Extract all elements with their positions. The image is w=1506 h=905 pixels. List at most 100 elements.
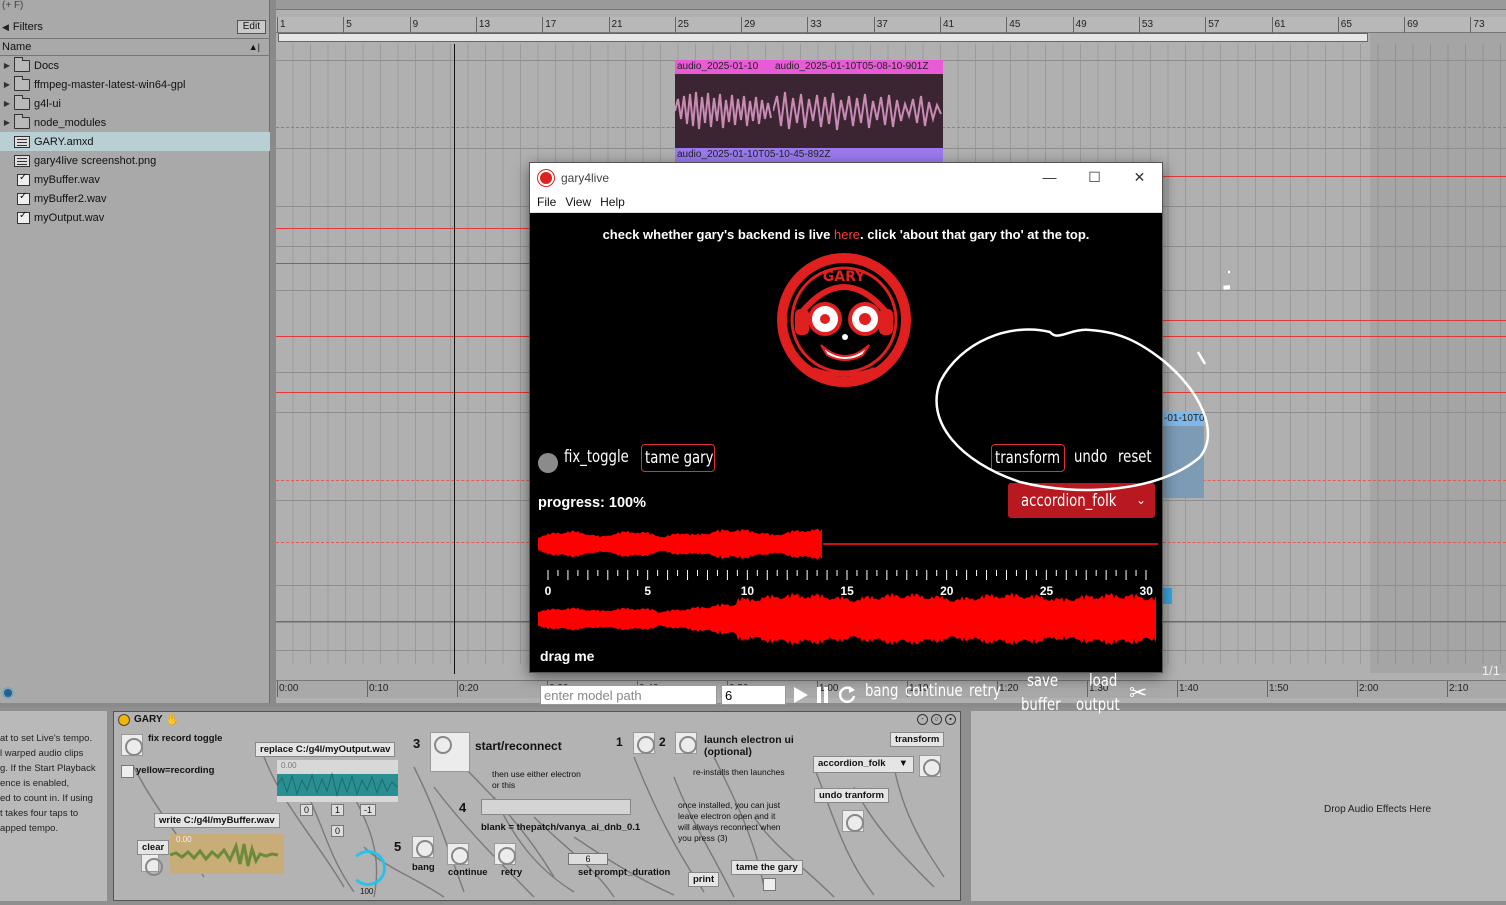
audio-clip[interactable] [1162, 588, 1172, 604]
window-titlebar[interactable]: gary4live — ☐ ✕ [530, 163, 1162, 192]
bar-ruler[interactable]: 1 5 9 13 17 21 25 29 33 37 41 45 49 53 57 61 65 69 73 [276, 17, 1506, 33]
model-select[interactable]: accordion_folk ⌄ [1008, 483, 1155, 518]
print-object[interactable]: print [688, 872, 720, 887]
audio-clip[interactable]: -01-10T0 [1162, 412, 1204, 498]
replace-message[interactable]: replace C:/g4l/myOutput.wav [255, 742, 396, 757]
reset-button[interactable]: reset [1118, 447, 1161, 467]
expand-icon[interactable]: ▶ [0, 61, 14, 70]
record-toggle[interactable] [121, 765, 134, 778]
undo-button[interactable]: undo [1074, 447, 1117, 467]
transform-button[interactable]: transform [991, 444, 1065, 472]
tame-gary-button[interactable]: tame gary [641, 444, 715, 472]
retry-bang[interactable] [494, 843, 516, 865]
name-column-header[interactable]: Name ▲| [0, 38, 270, 56]
undo-bang[interactable] [842, 810, 864, 832]
menu-help[interactable]: Help [600, 195, 625, 209]
list-item[interactable]: myOutput.wav [0, 208, 270, 227]
help-icon[interactable] [2, 687, 14, 699]
clear-button[interactable]: clear [137, 840, 170, 855]
list-item[interactable]: ▶ Docs [0, 56, 270, 75]
automation-line[interactable] [1162, 176, 1506, 177]
continue-bang[interactable] [447, 843, 469, 865]
launch-electron-bang[interactable] [675, 732, 697, 754]
ruler-tick [409, 17, 411, 33]
start-reconnect-bang[interactable] [430, 732, 470, 772]
bar-number: 49 [1075, 19, 1087, 30]
list-item[interactable]: ▶ g4l-ui [0, 94, 270, 113]
audio-clip[interactable]: audio_2025-01-10 [675, 60, 773, 148]
model-path-textedit[interactable] [481, 799, 631, 815]
volume-dial[interactable] [350, 850, 386, 886]
gary-device[interactable]: GARY ✋ - ○ ▪ fix record toggle yellow=re… [113, 711, 961, 901]
pause-icon[interactable] [816, 685, 830, 705]
automation-line[interactable] [1162, 320, 1506, 321]
load-output-button[interactable]: load output [1076, 669, 1132, 717]
automation-line[interactable] [276, 263, 531, 264]
overview-strip[interactable] [276, 0, 1506, 10]
number-box[interactable]: -1 [360, 804, 377, 816]
prompt-duration-number[interactable]: 6 [568, 853, 608, 865]
model-path-input[interactable] [540, 685, 717, 705]
step-1-bang[interactable] [633, 732, 655, 754]
write-message[interactable]: write C:/g4l/myBuffer.wav [154, 813, 280, 828]
loop-brace[interactable] [278, 33, 1368, 42]
close-icon[interactable]: ✕ [1117, 163, 1162, 192]
input-buffer-view[interactable]: 0.00 [170, 834, 284, 874]
edit-button[interactable]: Edit [236, 20, 266, 34]
bang-button[interactable] [412, 836, 434, 858]
control-bar: bang continue retry save buffer load out… [530, 671, 1162, 729]
scissors-icon[interactable]: ✂ [1129, 680, 1147, 706]
number-box[interactable]: 1 [331, 804, 345, 816]
prompt-duration-input[interactable] [721, 685, 786, 705]
save-buffer-button[interactable]: save buffer [1021, 669, 1072, 717]
transform-bang[interactable] [919, 755, 941, 777]
continue-button[interactable]: continue [905, 681, 979, 701]
output-buffer-view[interactable]: 0.00 [277, 760, 398, 802]
input-waveform[interactable] [538, 591, 1158, 647]
bang-button[interactable]: bang [865, 681, 908, 701]
tame-the-gary-message[interactable]: tame the gary [731, 860, 803, 875]
clear-bang[interactable] [141, 854, 163, 876]
menu-view[interactable]: View [565, 195, 591, 209]
device-chain: at to set Live's tempo. l warped audio cl… [0, 707, 1506, 905]
list-item[interactable]: ▶ ffmpeg-master-latest-win64-gpl [0, 75, 270, 94]
menu-file[interactable]: File [537, 195, 556, 209]
play-icon[interactable] [792, 685, 810, 705]
list-item[interactable]: myBuffer.wav [0, 170, 270, 189]
device-power-icon[interactable] [118, 713, 130, 726]
ruler-tick [1404, 17, 1406, 33]
list-item[interactable]: ▶ node_modules [0, 113, 270, 132]
number-box[interactable]: 0 [331, 825, 345, 837]
transform-message[interactable]: transform [890, 732, 945, 747]
undo-transform-message[interactable]: undo tranform [814, 788, 889, 803]
filters-label: Filters [12, 21, 43, 33]
automation-line[interactable] [276, 228, 531, 229]
retry-button[interactable]: retry [969, 681, 1010, 701]
number-box[interactable]: 0 [300, 804, 314, 816]
here-link[interactable]: here [834, 227, 860, 242]
minimize-icon[interactable]: — [1027, 163, 1072, 192]
collapse-icon[interactable]: ◀ [2, 22, 9, 33]
expand-icon[interactable]: ▶ [0, 99, 14, 108]
audio-clip[interactable]: audio_2025-01-10T05-08-10-901Z [773, 60, 943, 148]
expand-icon[interactable]: ▶ [0, 80, 14, 89]
time-label: 1:40 [1179, 683, 1199, 694]
model-umenu-value: accordion_folk [818, 758, 886, 769]
drag-me-label[interactable]: drag me [540, 648, 594, 664]
device-file-icon [14, 135, 30, 148]
list-item[interactable]: GARY.amxd [0, 132, 270, 151]
reinstalls-label: re-installs then launches [693, 767, 785, 777]
list-item[interactable]: myBuffer2.wav [0, 189, 270, 208]
output-waveform[interactable] [538, 525, 1158, 563]
maximize-icon[interactable]: ☐ [1072, 163, 1117, 192]
gary4live-window[interactable]: gary4live — ☐ ✕ File View Help check whe… [529, 162, 1163, 715]
refresh-icon[interactable] [837, 684, 857, 704]
tame-toggle[interactable] [763, 878, 776, 891]
list-item[interactable]: gary4live screenshot.png [0, 151, 270, 170]
model-umenu[interactable]: accordion_folk ▼ [813, 756, 914, 773]
fix-toggle-switch[interactable] [538, 453, 558, 473]
file-label: myOutput.wav [34, 211, 105, 224]
audio-effects-drop-zone[interactable]: Drop Audio Effects Here [971, 711, 1506, 901]
expand-icon[interactable]: ▶ [0, 118, 14, 127]
fix-record-bang[interactable] [121, 734, 143, 756]
